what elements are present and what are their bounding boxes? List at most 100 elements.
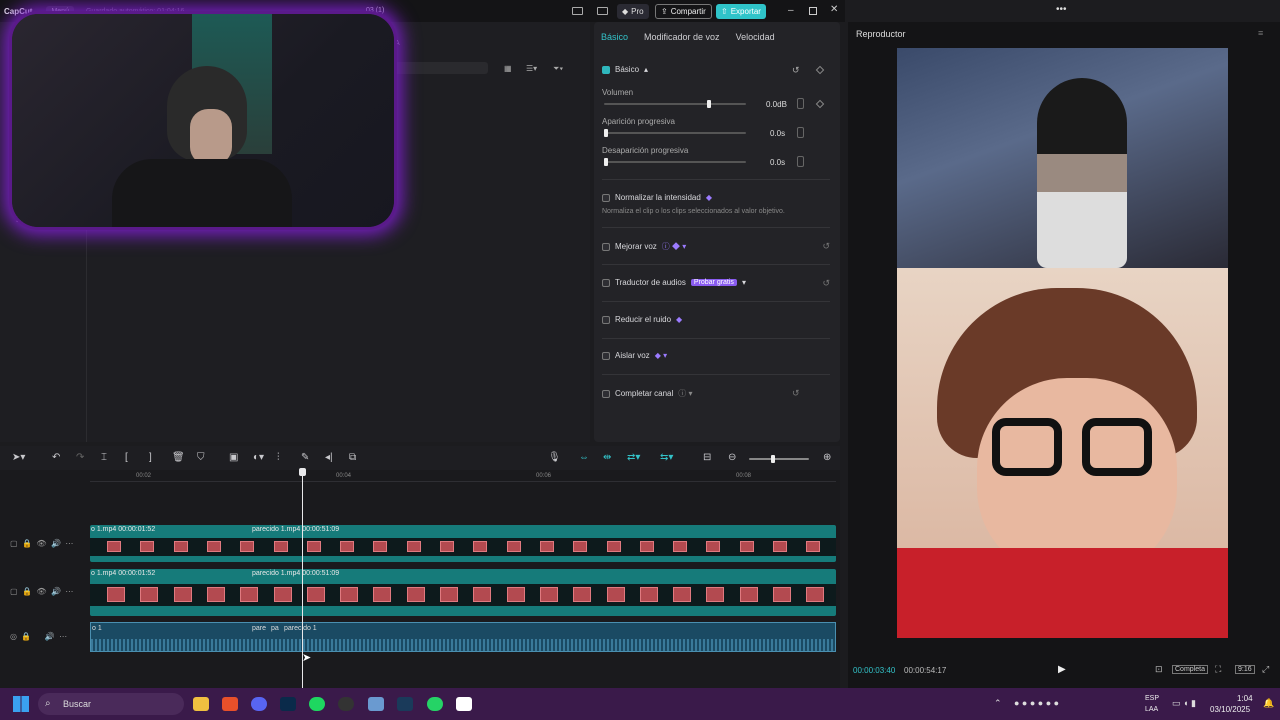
language-code[interactable]: ESP — [1145, 695, 1159, 702]
audio-split-icon[interactable]: ◂| — [325, 452, 333, 463]
zoom-in-icon[interactable]: ⊕ — [823, 452, 831, 463]
adjust-icon[interactable]: ⫶ — [277, 452, 280, 463]
clock-date[interactable]: 03/10/2025 — [1210, 705, 1250, 714]
reset-icon[interactable]: ↺ — [792, 388, 800, 399]
fill-channel-row[interactable]: Completar canal ⓘ ▾ — [602, 388, 693, 399]
language-layout[interactable]: LAA — [1145, 706, 1158, 713]
fadein-slider[interactable] — [604, 129, 746, 137]
media-search-input[interactable] — [394, 62, 488, 74]
more-icon[interactable]: ••• — [1056, 4, 1067, 15]
video-clip-track-1[interactable]: o 1.mp4 00:00:01:52 parecido 1.mp4 00:00… — [90, 525, 836, 562]
tray-chevron-icon[interactable]: ⌃ — [994, 698, 1002, 709]
fit-icon[interactable]: ⛶ — [1215, 664, 1221, 675]
basic-section-header[interactable]: Básico ▴ — [602, 65, 648, 74]
shield-icon[interactable]: ⛉ — [197, 452, 205, 463]
track-controls-1[interactable]: ▢ 🔒 👁 🔊 ⋯ — [10, 539, 73, 548]
volume-knob[interactable] — [707, 100, 711, 108]
caption-icon[interactable]: ⊟ — [703, 452, 711, 463]
basic-checkbox[interactable] — [602, 65, 610, 74]
fadein-value[interactable]: 0.0s — [770, 129, 785, 138]
normalize-row[interactable]: Normalizar la intensidad ◆ — [602, 193, 712, 202]
link-main-icon[interactable]: ⇔ — [579, 452, 589, 463]
track-controls-audio[interactable]: ◎ 🔒 🔊 ⋯ — [10, 632, 67, 641]
fadeout-slider[interactable] — [604, 158, 746, 166]
tab-voice-modifier[interactable]: Modificador de voz — [644, 32, 720, 42]
obs-icon[interactable] — [338, 697, 354, 711]
image-viewer-icon[interactable] — [368, 697, 384, 711]
fadeout-knob[interactable] — [604, 158, 608, 166]
pro-button[interactable]: ◆ Pro — [617, 4, 649, 19]
spotify-icon[interactable] — [309, 697, 325, 711]
snapshot-icon[interactable]: ⊡ — [1155, 664, 1163, 675]
aspect-ratio-button[interactable]: 9:16 — [1235, 665, 1255, 674]
select-tool-icon[interactable]: ➤▾ — [12, 452, 25, 463]
audio-translator-row[interactable]: Traductor de audios Probar gratis ▾ — [602, 278, 746, 287]
fullscreen-icon[interactable]: ⤢ — [1262, 664, 1269, 675]
sort-icon[interactable]: ☰▾ — [526, 64, 537, 73]
fadeout-value[interactable]: 0.0s — [770, 158, 785, 167]
windows-start-icon[interactable] — [13, 696, 29, 712]
zoom-slider[interactable] — [749, 455, 809, 463]
volume-slider[interactable] — [604, 100, 746, 108]
network-icon[interactable]: ▭ ◖ ▮ — [1172, 698, 1196, 709]
menu-icon[interactable]: ≡ — [1258, 28, 1263, 38]
undo-icon[interactable]: ↶ — [52, 452, 60, 463]
enhance-voice-checkbox[interactable] — [602, 242, 610, 251]
video-preview[interactable] — [897, 48, 1228, 638]
channel-checkbox[interactable] — [602, 389, 610, 398]
layout-icon[interactable] — [572, 7, 583, 15]
brave-icon[interactable] — [222, 697, 238, 711]
mask-icon[interactable]: ◐▾ — [253, 452, 264, 463]
split-left-icon[interactable]: [ — [125, 452, 128, 463]
photoshop-icon[interactable] — [280, 697, 296, 711]
share-button[interactable]: ⇪ Compartir — [655, 4, 712, 19]
track-controls-2[interactable]: ▢ 🔒 👁 🔊 ⋯ — [10, 587, 73, 596]
discord-icon[interactable] — [251, 697, 267, 711]
split-right-icon[interactable]: ] — [149, 452, 152, 463]
fadein-stepper[interactable] — [797, 127, 804, 138]
magnet-icon[interactable]: ⇹ — [603, 452, 611, 463]
zoom-out-icon[interactable]: ⊖ — [728, 452, 736, 463]
crop-icon[interactable]: ⧉ — [349, 452, 356, 463]
video-clip-track-2[interactable]: o 1.mp4 00:00:01:52 parecido 1.mp4 00:00… — [90, 569, 836, 616]
monitor-icon[interactable] — [597, 7, 608, 15]
capcut-icon[interactable] — [456, 697, 472, 711]
noise-reduction-row[interactable]: Reducir el ruido ◆ — [602, 315, 682, 324]
fadein-knob[interactable] — [604, 129, 608, 137]
audio-clip[interactable]: o 1 pare pa parecido 1 — [90, 622, 836, 652]
playhead-handle[interactable] — [299, 468, 306, 476]
normalize-checkbox[interactable] — [602, 193, 610, 202]
reset-icon[interactable]: ↺ — [822, 241, 830, 252]
maximize-icon[interactable] — [809, 7, 817, 15]
volume-value[interactable]: 0.0dB — [766, 100, 787, 109]
link-clips-icon[interactable]: ⇄▾ — [627, 452, 640, 463]
filter-icon[interactable]: ⏷▾ — [553, 64, 563, 74]
isolate-checkbox[interactable] — [602, 351, 610, 360]
clock-time[interactable]: 1:04 — [1237, 694, 1253, 703]
microphone-icon[interactable]: 🎙 — [548, 452, 561, 463]
volume-stepper[interactable] — [797, 98, 804, 109]
fadeout-stepper[interactable] — [797, 156, 804, 167]
freeze-icon[interactable]: ▣ — [229, 452, 238, 463]
noise-checkbox[interactable] — [602, 315, 610, 324]
translator-checkbox[interactable] — [602, 278, 610, 287]
split-icon[interactable]: ⌶ — [101, 452, 107, 463]
isolate-voice-row[interactable]: Aislar voz ◆ ▾ — [602, 351, 667, 360]
keyframe-icon[interactable] — [815, 65, 825, 75]
volume-keyframe-icon[interactable] — [815, 99, 825, 109]
taskbar-search[interactable] — [38, 693, 184, 715]
tray-icons[interactable]: ● ● ● ● ● ● — [1014, 698, 1059, 708]
tab-speed[interactable]: Velocidad — [736, 32, 775, 42]
enhance-voice-row[interactable]: Mejorar voz ⓘ ◆ ▾ — [602, 241, 686, 252]
grid-view-icon[interactable]: ▦ — [504, 64, 512, 73]
delete-icon[interactable]: 🗑 — [172, 452, 185, 463]
preview-axis-icon[interactable]: ⇆▾ — [660, 452, 673, 463]
zoom-knob[interactable] — [771, 455, 775, 463]
export-button[interactable]: ⇧ Exportar — [716, 4, 766, 19]
reset-icon[interactable]: ↺ — [792, 65, 800, 76]
file-explorer-icon[interactable] — [193, 697, 209, 711]
close-icon[interactable]: ✕ — [830, 4, 838, 15]
reset-icon[interactable]: ↺ — [822, 278, 830, 289]
steam-icon[interactable] — [397, 697, 413, 711]
play-icon[interactable]: ▶ — [1058, 664, 1066, 675]
